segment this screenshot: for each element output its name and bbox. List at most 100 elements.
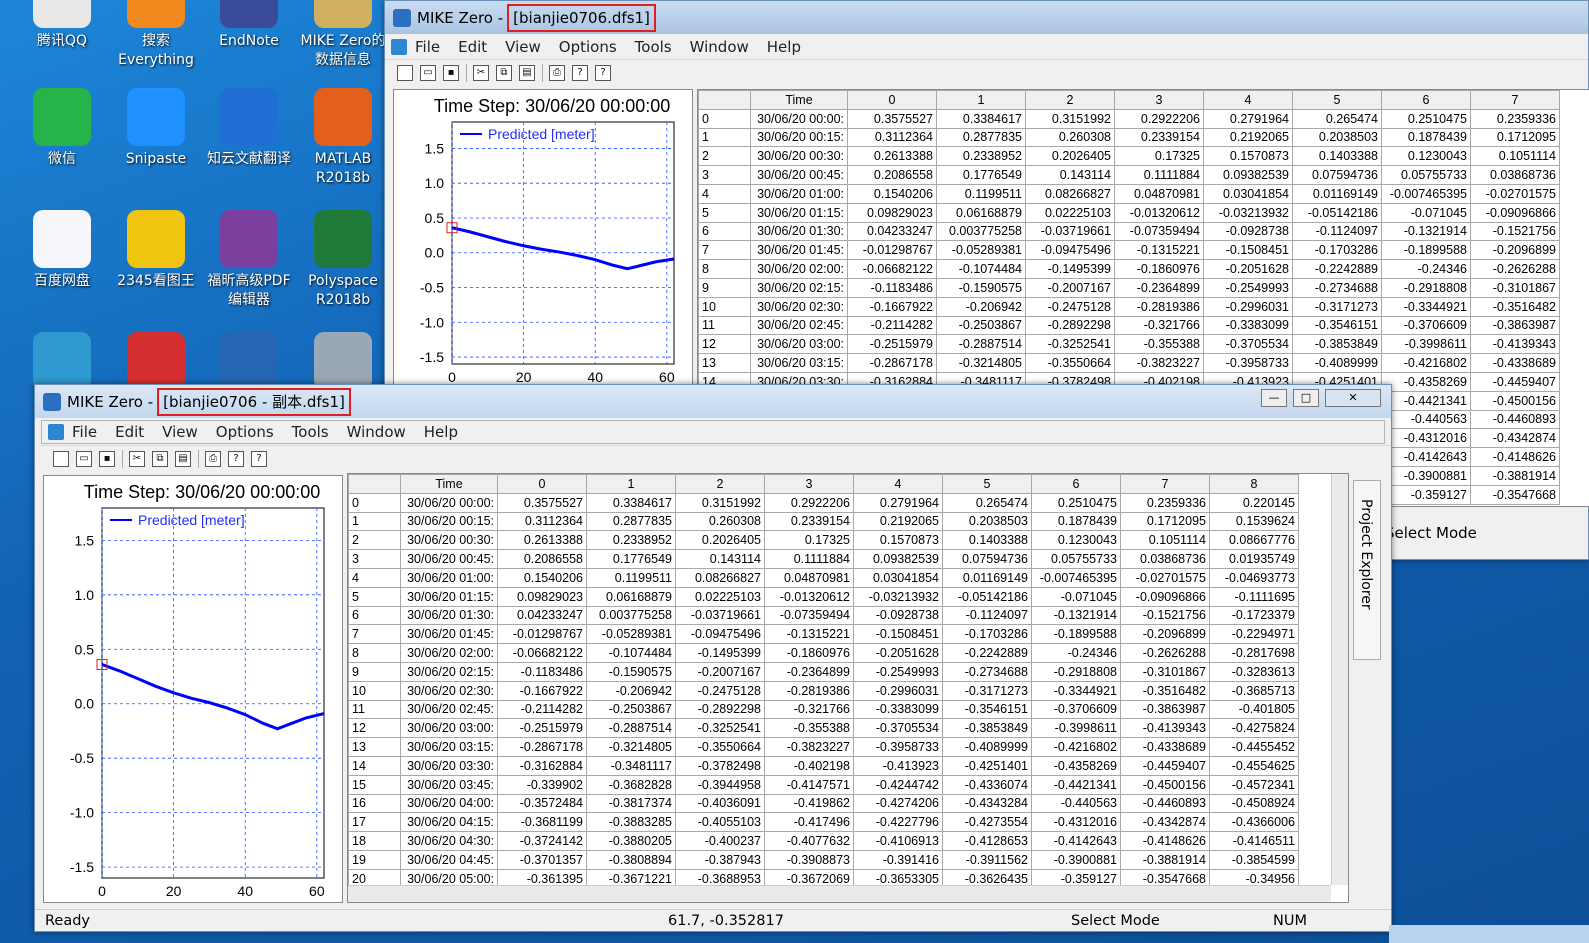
value-cell[interactable]: -0.4106913	[853, 831, 943, 851]
column-header[interactable]: 5	[942, 474, 1032, 494]
value-cell[interactable]: -0.1667922	[497, 680, 587, 701]
menu-help[interactable]: Help	[767, 38, 801, 56]
value-cell[interactable]: -0.3214805	[586, 737, 676, 757]
value-cell[interactable]: -0.4312016	[1031, 812, 1121, 833]
value-cell[interactable]: 0.03868736	[1470, 165, 1560, 185]
time-cell[interactable]: 30/06/20 04:30:	[400, 831, 498, 851]
value-cell[interactable]: 0.2192065	[1203, 127, 1293, 148]
new-icon[interactable]	[53, 450, 69, 467]
copy-icon[interactable]: ⧉	[496, 64, 512, 81]
time-cell[interactable]: 30/06/20 00:30:	[400, 530, 498, 551]
value-cell[interactable]: -0.2734688	[942, 661, 1032, 682]
value-cell[interactable]: -0.3516482	[1120, 680, 1210, 701]
help-icon[interactable]: ?	[572, 64, 588, 81]
value-cell[interactable]: -0.03213932	[1203, 202, 1293, 223]
value-cell[interactable]: -0.0928738	[1203, 221, 1293, 242]
value-cell[interactable]: -0.2475128	[1025, 296, 1115, 317]
value-cell[interactable]: -0.24346	[1031, 643, 1121, 663]
value-cell[interactable]: -0.3863987	[1120, 699, 1210, 720]
value-cell[interactable]: 0.1878439	[1381, 127, 1471, 148]
desktop-icon[interactable]: 搜索 Everything	[110, 0, 202, 70]
value-cell[interactable]: 0.04233247	[497, 605, 587, 626]
value-cell[interactable]: -0.07359494	[1114, 221, 1204, 242]
value-cell[interactable]: 0.08266827	[675, 567, 765, 588]
value-cell[interactable]: -0.3900881	[1381, 465, 1471, 486]
front-window[interactable]: MIKE Zero - [bianjie0706 - 副本.dfs1] — □ …	[34, 384, 1392, 932]
value-cell[interactable]: -0.3701357	[497, 849, 587, 870]
value-cell[interactable]: -0.01298767	[847, 240, 937, 261]
column-header[interactable]: 8	[1209, 474, 1299, 494]
value-cell[interactable]: -0.4142643	[1031, 831, 1121, 851]
value-cell[interactable]: -0.1703286	[1292, 240, 1382, 261]
value-cell[interactable]: 0.2026405	[1025, 146, 1115, 167]
value-cell[interactable]: -0.1590575	[936, 277, 1026, 298]
value-cell[interactable]: -0.3682828	[586, 774, 676, 795]
value-cell[interactable]: -0.1074484	[586, 643, 676, 663]
value-cell[interactable]: 0.08266827	[1025, 183, 1115, 204]
desktop-icon[interactable]: 知云文献翻译	[203, 88, 295, 169]
value-cell[interactable]: -0.4500156	[1120, 774, 1210, 795]
value-cell[interactable]: -0.1508451	[853, 624, 943, 645]
value-cell[interactable]: -0.4342874	[1120, 812, 1210, 833]
menu-tools[interactable]: Tools	[292, 423, 329, 441]
value-cell[interactable]: -0.09475496	[1025, 240, 1115, 261]
time-cell[interactable]: 30/06/20 01:45:	[750, 240, 848, 261]
value-cell[interactable]: -0.1723379	[1209, 605, 1299, 626]
value-cell[interactable]: -0.4227796	[853, 812, 943, 833]
value-cell[interactable]: -0.05142186	[1292, 202, 1382, 223]
value-cell[interactable]: -0.3724142	[497, 831, 587, 851]
column-header[interactable]: 3	[764, 474, 854, 494]
row-header[interactable]: 17	[348, 812, 401, 833]
value-cell[interactable]: -0.3383099	[853, 699, 943, 720]
time-cell[interactable]: 30/06/20 02:15:	[400, 661, 498, 682]
value-cell[interactable]: -0.3681199	[497, 812, 587, 833]
time-cell[interactable]: 30/06/20 00:00:	[750, 108, 848, 129]
value-cell[interactable]: 0.003775258	[936, 221, 1026, 242]
desktop-icon[interactable]: 2345看图王	[110, 210, 202, 291]
time-cell[interactable]: 30/06/20 03:00:	[400, 718, 498, 739]
value-cell[interactable]: -0.3853849	[942, 718, 1032, 739]
value-cell[interactable]: -0.2007167	[1025, 277, 1115, 298]
column-header[interactable]: 7	[1120, 474, 1210, 494]
value-cell[interactable]: -0.3550664	[1025, 353, 1115, 373]
value-cell[interactable]: -0.1521756	[1470, 221, 1560, 242]
value-cell[interactable]: -0.4216802	[1031, 737, 1121, 757]
value-cell[interactable]: -0.2892298	[1025, 315, 1115, 336]
value-cell[interactable]: -0.06682122	[497, 643, 587, 663]
time-cell[interactable]: 30/06/20 02:00:	[400, 643, 498, 663]
print-icon[interactable]: ⎙	[549, 64, 565, 81]
value-cell[interactable]: 0.07594736	[1292, 165, 1382, 185]
value-cell[interactable]: -0.3944958	[675, 774, 765, 795]
value-cell[interactable]: -0.2503867	[936, 315, 1026, 336]
time-cell[interactable]: 30/06/20 04:45:	[400, 849, 498, 870]
value-cell[interactable]: 0.1403388	[942, 530, 1032, 551]
value-cell[interactable]: -0.355388	[1114, 334, 1204, 355]
time-cell[interactable]: 30/06/20 01:15:	[400, 586, 498, 607]
time-cell[interactable]: 30/06/20 01:30:	[750, 221, 848, 242]
value-cell[interactable]: -0.4089999	[942, 737, 1032, 757]
menu-view[interactable]: View	[505, 38, 541, 56]
row-header[interactable]: 5	[348, 586, 401, 607]
value-cell[interactable]: -0.02701575	[1470, 183, 1560, 204]
value-cell[interactable]: -0.1124097	[1292, 221, 1382, 242]
value-cell[interactable]: -0.2887514	[936, 334, 1026, 355]
value-cell[interactable]: -0.401805	[1209, 699, 1299, 720]
value-cell[interactable]: 0.1570873	[1203, 146, 1293, 167]
value-cell[interactable]: -0.3911562	[942, 849, 1032, 870]
column-header[interactable]: 4	[1203, 90, 1293, 110]
value-cell[interactable]: 0.2791964	[1203, 108, 1293, 129]
value-cell[interactable]: -0.3283613	[1209, 661, 1299, 682]
value-cell[interactable]: -0.3546151	[942, 699, 1032, 720]
value-cell[interactable]: -0.4459407	[1120, 755, 1210, 776]
time-cell[interactable]: 30/06/20 03:45:	[400, 774, 498, 795]
time-cell[interactable]: 30/06/20 00:00:	[400, 492, 498, 513]
time-cell[interactable]: 30/06/20 01:30:	[400, 605, 498, 626]
time-cell[interactable]: 30/06/20 01:15:	[750, 202, 848, 223]
value-cell[interactable]: 0.2510475	[1031, 492, 1121, 513]
value-cell[interactable]: 0.2613388	[497, 530, 587, 551]
value-cell[interactable]: 0.08667776	[1209, 530, 1299, 551]
value-cell[interactable]: -0.3344921	[1031, 680, 1121, 701]
value-cell[interactable]: 0.17325	[1114, 146, 1204, 167]
time-cell[interactable]: 30/06/20 02:00:	[750, 259, 848, 279]
value-cell[interactable]: -0.206942	[586, 680, 676, 701]
